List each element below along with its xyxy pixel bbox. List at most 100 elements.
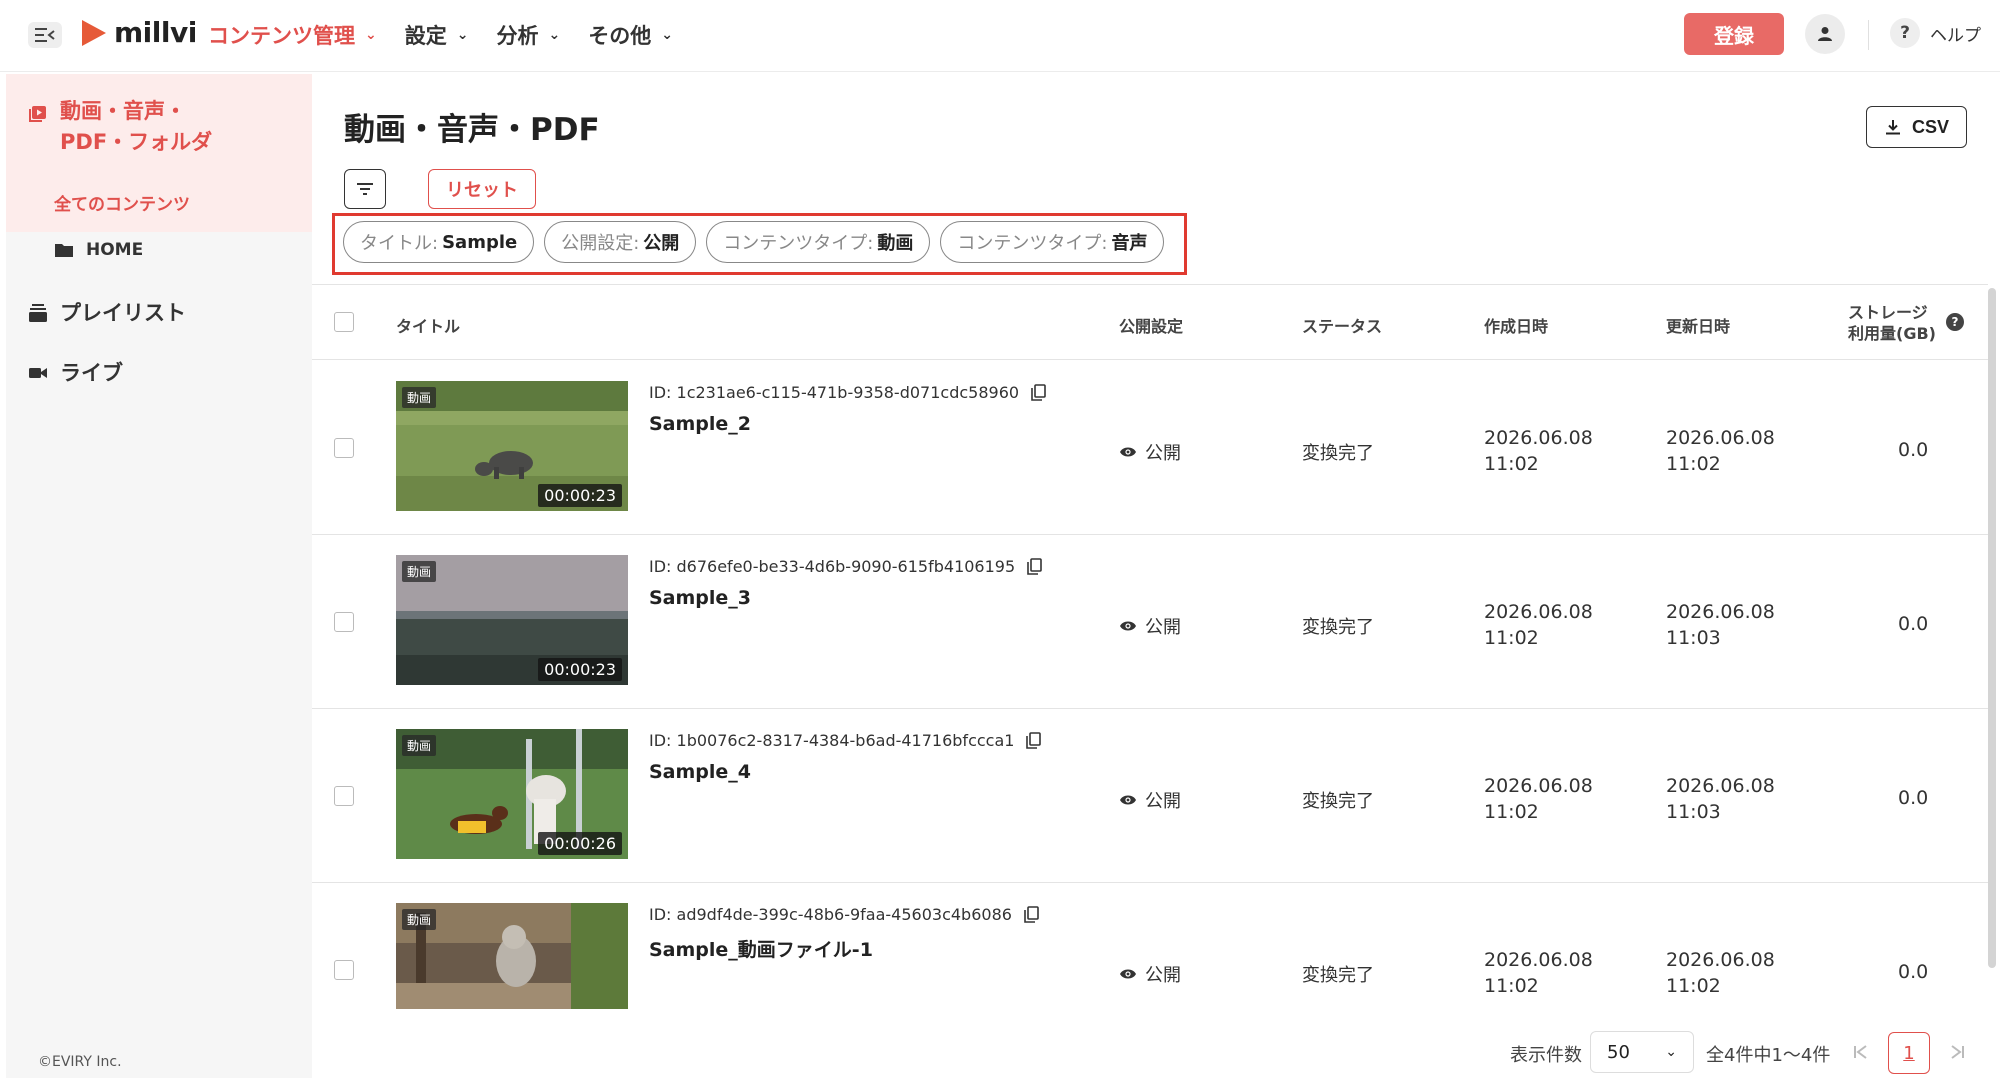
nav-label: 設定 (404, 24, 447, 48)
chevron-down-icon: ⌄ (1665, 1044, 1677, 1060)
copy-icon[interactable] (1031, 384, 1046, 401)
updated-date: 2026.06.08 (1666, 427, 1775, 449)
publish-label: 公開 (1145, 965, 1181, 986)
video-thumbnail[interactable]: 動画 00:00:23 (396, 555, 628, 685)
pagination-info: 全4件中1〜4件 (1706, 1045, 1831, 1066)
help-label: ヘルプ (1930, 25, 1981, 46)
reset-button[interactable]: リセット (428, 169, 536, 209)
filter-chip-type-audio[interactable]: コンテンツタイプ: 音声 (940, 221, 1165, 263)
column-header-title[interactable]: タイトル (396, 313, 460, 337)
publish-setting: 公開 (1119, 439, 1181, 465)
column-header-updated[interactable]: 更新日時 (1666, 313, 1730, 337)
menu-collapse-button[interactable] (28, 22, 62, 48)
nav-label: コンテンツ管理 (208, 24, 355, 48)
updated-time: 11:02 (1666, 453, 1721, 475)
storage-usage: 0.0 (1898, 613, 1929, 635)
row-checkbox[interactable] (334, 786, 354, 806)
chevron-down-icon: ⌄ (365, 27, 377, 43)
sidebar-item-live[interactable]: ライブ (28, 358, 123, 389)
first-page-icon (1854, 1045, 1867, 1059)
video-thumbnail[interactable]: 動画 00:00:26 (396, 729, 628, 859)
content-title[interactable]: Sample_3 (649, 587, 751, 609)
table-scrollbar[interactable] (1988, 288, 1996, 968)
created-datetime: 2026.06.08 11:02 (1484, 599, 1593, 651)
help-link[interactable]: ? ヘルプ (1890, 18, 1981, 48)
millvi-logo[interactable]: millvi (80, 16, 197, 49)
per-page-select[interactable]: 50 ⌄ (1590, 1031, 1694, 1073)
csv-download-button[interactable]: CSV (1866, 106, 1967, 148)
content-id-text: ID: d676efe0-be33-4d6b-9090-615fb4106195 (649, 557, 1016, 576)
column-header-storage[interactable]: ストレージ 利用量(GB) (1848, 302, 1936, 344)
filter-chip-type-video[interactable]: コンテンツタイプ: 動画 (706, 221, 931, 263)
content-title[interactable]: Sample_動画ファイル-1 (649, 935, 873, 962)
page-title: 動画・音声・PDF (344, 112, 600, 148)
row-checkbox[interactable] (334, 438, 354, 458)
nav-content-management[interactable]: コンテンツ管理 ⌄ (208, 18, 377, 52)
sidebar-item-label: PDF・フォルダ (60, 130, 213, 154)
video-thumbnail[interactable]: 動画 (396, 903, 628, 1009)
select-all-checkbox[interactable] (334, 312, 354, 332)
help-icon[interactable]: ? (1946, 313, 1964, 331)
video-thumbnail[interactable]: 動画 00:00:23 (396, 381, 628, 511)
header-divider (1868, 20, 1869, 50)
chip-value: 公開 (643, 233, 680, 254)
folder-label: HOME (86, 240, 144, 260)
page-number-current[interactable]: 1 (1888, 1032, 1930, 1074)
storage-header-line: ストレージ (1848, 303, 1928, 322)
content-id: ID: ad9df4de-399c-48b6-9faa-45603c4b6086 (649, 905, 1039, 924)
table-row[interactable]: 動画 ID: ad9df4de-399c-48b6-9faa-45603c4b6… (312, 883, 1988, 1057)
column-header-publish[interactable]: 公開設定 (1119, 313, 1183, 337)
publish-label: 公開 (1145, 443, 1181, 464)
copy-icon[interactable] (1026, 732, 1042, 749)
duration-label: 00:00:23 (538, 484, 622, 507)
filter-button[interactable] (344, 169, 386, 209)
sidebar-sub-all-contents[interactable]: 全てのコンテンツ (54, 190, 190, 215)
publish-label: 公開 (1145, 617, 1181, 638)
chevron-down-icon: ⌄ (661, 27, 673, 43)
sidebar-folder-home[interactable]: HOME (54, 240, 143, 260)
last-page-button[interactable] (1946, 1040, 1970, 1064)
nav-analytics[interactable]: 分析 ⌄ (496, 18, 560, 52)
filter-chip-title[interactable]: タイトル: Sample (343, 221, 535, 263)
content-id: ID: d676efe0-be33-4d6b-9090-615fb4106195 (649, 557, 1042, 576)
help-icon: ? (1890, 18, 1920, 48)
first-page-button[interactable] (1848, 1040, 1872, 1064)
nav-other[interactable]: その他 ⌄ (588, 18, 673, 52)
sidebar: 動画・音声・ PDF・フォルダ 全てのコンテンツ HOME プレイリスト ライブ… (6, 74, 312, 1078)
nav-settings[interactable]: 設定 ⌄ (405, 18, 469, 52)
created-time: 11:02 (1484, 627, 1539, 649)
table-row[interactable]: 動画 00:00:23 ID: 1c231ae6-c115-471b-9358-… (312, 361, 1988, 535)
chip-value: Sample (442, 231, 518, 253)
content-id: ID: 1b0076c2-8317-4384-b6ad-41716bfccca1 (649, 731, 1042, 750)
table-header: タイトル 公開設定 ステータス 作成日時 更新日時 ストレージ 利用量(GB) … (312, 286, 1988, 360)
table-row[interactable]: 動画 00:00:23 ID: d676efe0-be33-4d6b-9090-… (312, 535, 1988, 709)
logo-text: millvi (114, 16, 197, 49)
row-checkbox[interactable] (334, 612, 354, 632)
chip-value: 音声 (1111, 233, 1148, 254)
content-type-tag: 動画 (402, 909, 437, 930)
copy-icon[interactable] (1027, 558, 1042, 575)
filter-chip-publish[interactable]: 公開設定: 公開 (544, 221, 697, 263)
sidebar-item-media-folders[interactable]: 動画・音声・ PDF・フォルダ (28, 96, 212, 158)
per-page-value: 50 (1607, 1041, 1630, 1063)
created-date: 2026.06.08 (1484, 601, 1593, 623)
column-header-created[interactable]: 作成日時 (1484, 313, 1548, 337)
table-divider (312, 284, 1988, 285)
publish-setting: 公開 (1119, 613, 1181, 639)
publish-setting: 公開 (1119, 961, 1181, 987)
content-title[interactable]: Sample_4 (649, 761, 751, 783)
chip-key: タイトル: (360, 233, 439, 254)
eye-icon (1120, 795, 1136, 805)
row-checkbox[interactable] (334, 960, 354, 980)
filter-icon (357, 183, 373, 195)
account-button[interactable] (1805, 14, 1845, 54)
register-button[interactable]: 登録 (1684, 13, 1784, 55)
content-type-tag: 動画 (402, 561, 437, 582)
column-header-status[interactable]: ステータス (1302, 313, 1382, 337)
video-camera-icon (29, 368, 47, 378)
status-text: 変換完了 (1302, 443, 1374, 464)
content-title[interactable]: Sample_2 (649, 413, 751, 435)
table-row[interactable]: 動画 00:00:26 ID: 1b0076c2-8317-4384-b6ad-… (312, 709, 1988, 883)
sidebar-item-playlist[interactable]: プレイリスト (28, 298, 186, 329)
copy-icon[interactable] (1024, 906, 1039, 923)
